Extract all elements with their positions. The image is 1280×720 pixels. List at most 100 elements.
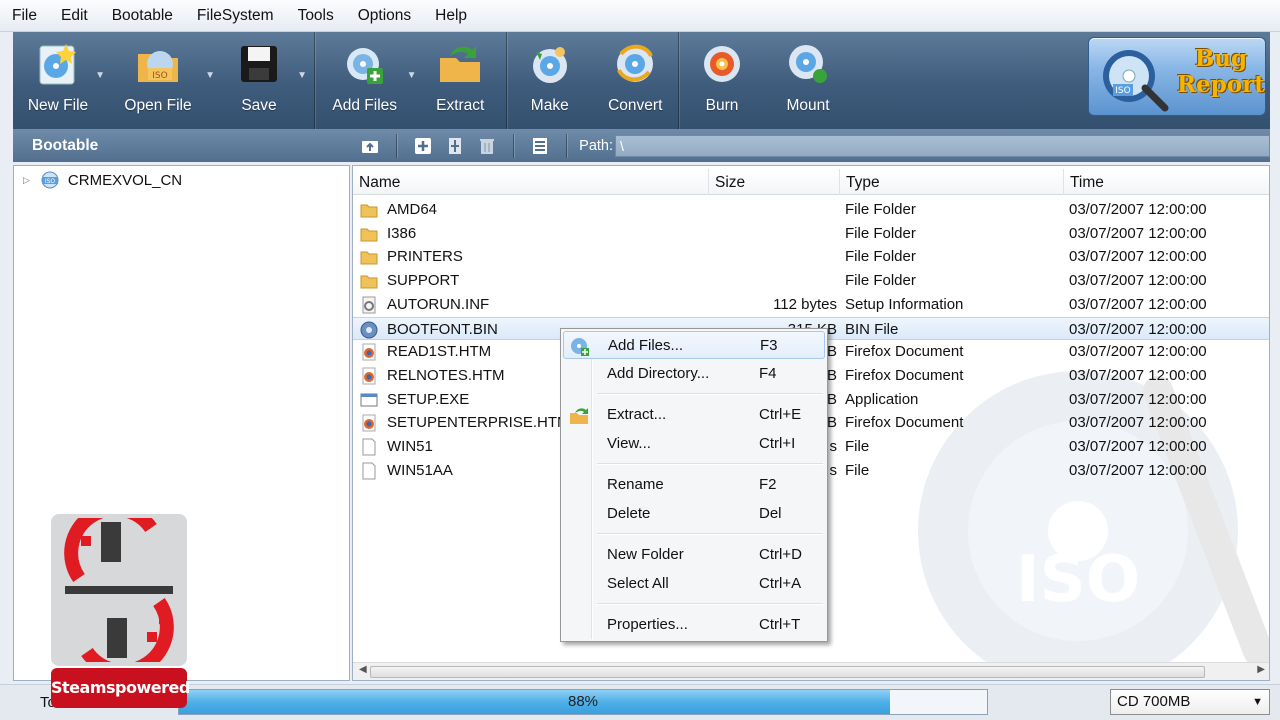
menu-item-shortcut: Ctrl+D [759, 546, 802, 563]
file-type: File Folder [845, 201, 916, 218]
svg-text:ISO: ISO [1115, 86, 1130, 96]
context-menu-item[interactable]: Properties... Ctrl+T [563, 611, 825, 639]
file-row[interactable]: AUTORUN.INF 112 bytes Setup Information 03/… [353, 293, 1269, 317]
context-menu-item[interactable]: Select All Ctrl+A [563, 570, 825, 598]
context-menu-item[interactable]: Extract... Ctrl+E [563, 401, 825, 429]
folder-up-icon[interactable] [360, 136, 380, 156]
svg-text:ISO: ISO [1016, 543, 1140, 617]
menu-options[interactable]: Options [358, 7, 411, 25]
burn-label: Burn [705, 97, 739, 114]
path-input[interactable]: \ [615, 134, 1270, 157]
file-type: File [845, 461, 870, 479]
scroll-left-icon[interactable]: ◀ [359, 664, 367, 675]
context-menu-item[interactable]: Delete Del [563, 500, 825, 528]
file-type: File Folder [845, 272, 916, 290]
horizontal-scrollbar[interactable]: ◀ ▶ [353, 662, 1269, 680]
media-size-select[interactable]: CD 700MB ▼ [1110, 689, 1270, 715]
firefox-doc-icon [360, 343, 378, 361]
menu-item-label: Delete [607, 505, 651, 522]
column-header-size[interactable]: Size [709, 169, 840, 195]
make-icon [532, 47, 567, 83]
scrollbar-thumb[interactable] [370, 666, 1205, 678]
menu-item-label: Add Directory... [607, 365, 710, 382]
file-row[interactable]: AMD64 File Folder 03/07/2007 12:00:00 [353, 198, 1269, 222]
menu-item-label: View... [607, 435, 651, 452]
logo-text: Steamspowered [51, 668, 190, 708]
save-dropdown-icon[interactable]: ▼ [297, 70, 307, 81]
menu-help[interactable]: Help [435, 7, 467, 25]
file-size: B [826, 343, 837, 361]
folder-icon [360, 272, 378, 290]
extract-button[interactable]: Extract [414, 32, 506, 129]
menu-bootable[interactable]: Bootable [112, 7, 173, 25]
file-row[interactable]: PRINTERS File Folder 03/07/2007 12:00:00 [353, 245, 1269, 269]
file-time: 03/07/2007 12:00:00 [1069, 272, 1207, 290]
open-file-label: Open File [124, 97, 192, 114]
scroll-right-icon[interactable]: ▶ [1257, 664, 1265, 675]
context-menu-separator [597, 533, 823, 534]
file-time: 03/07/2007 12:00:00 [1069, 343, 1207, 361]
extract-icon [440, 46, 481, 82]
add-files-button[interactable]: ▼ Add Files [315, 32, 416, 129]
file-type: Firefox Document [845, 366, 964, 384]
new-file-button[interactable]: ▼ New File [13, 32, 105, 129]
open-file-icon: ISO [138, 51, 178, 82]
file-name: WIN51AA [387, 461, 453, 479]
file-name: WIN51 [387, 438, 433, 455]
application-icon [360, 391, 378, 409]
blank-file-icon [360, 462, 378, 480]
column-header-time[interactable]: Time [1064, 169, 1269, 195]
make-button[interactable]: Make [507, 32, 593, 129]
menu-bar: File Edit Bootable FileSystem Tools Opti… [0, 0, 1280, 32]
firefox-doc-icon [360, 414, 378, 432]
folder-icon [360, 248, 378, 266]
save-button[interactable]: ▼ Save [213, 32, 307, 129]
delete-icon[interactable] [477, 136, 497, 156]
menu-item-shortcut: Ctrl+T [759, 616, 801, 633]
extract-small-icon[interactable] [445, 136, 465, 156]
sub-toolbar: Bootable Path: \ [13, 129, 1270, 162]
main-toolbar: ▼ New File ISO ▼ Open File ▼ Save ▼ Add … [13, 32, 1270, 129]
file-time: 03/07/2007 12:00:00 [1069, 461, 1207, 479]
open-file-button[interactable]: ISO ▼ Open File [103, 32, 215, 129]
iso-disc-icon: ISO [41, 171, 59, 189]
properties-icon[interactable] [530, 136, 550, 156]
convert-icon [617, 44, 654, 82]
column-header-type[interactable]: Type [840, 169, 1064, 195]
context-menu-item[interactable]: Add Files... F3 [563, 331, 825, 359]
file-name: AUTORUN.INF [387, 295, 490, 313]
capacity-progress-bar: 88% [178, 689, 988, 715]
iso-magnifier-icon: ISO [1103, 50, 1169, 112]
burn-icon [704, 46, 740, 82]
menu-file[interactable]: File [12, 7, 37, 25]
menu-item-label: Rename [607, 476, 664, 493]
expand-triangle-icon[interactable]: ▷ [23, 175, 30, 186]
menu-item-shortcut: F3 [760, 337, 778, 354]
menu-filesystem[interactable]: FileSystem [197, 7, 274, 25]
file-row[interactable]: I386 File Folder 03/07/2007 12:00:00 [353, 222, 1269, 246]
tree-item-root[interactable]: ▷ ISO CRMEXVOL_CN [14, 168, 182, 192]
file-row[interactable]: SUPPORT File Folder 03/07/2007 12:00:00 [353, 269, 1269, 293]
file-time: 03/07/2007 12:00:00 [1069, 414, 1207, 432]
context-menu-separator [597, 463, 823, 464]
add-icon[interactable] [413, 136, 433, 156]
context-menu-separator [597, 603, 823, 604]
svg-text:ISO: ISO [45, 178, 56, 185]
file-type: Firefox Document [845, 414, 964, 432]
burn-button[interactable]: Burn [679, 32, 765, 129]
context-menu-item[interactable]: View... Ctrl+I [563, 430, 825, 458]
context-menu-item[interactable]: Rename F2 [563, 471, 825, 499]
menu-tools[interactable]: Tools [298, 7, 334, 25]
file-time: 03/07/2007 12:00:00 [1069, 320, 1207, 338]
menu-item-label: Select All [607, 575, 669, 592]
menu-edit[interactable]: Edit [61, 7, 88, 25]
chevron-down-icon[interactable]: ▼ [1252, 690, 1263, 714]
column-header-name[interactable]: Name [353, 169, 709, 195]
context-menu-item[interactable]: Add Directory... F4 [563, 360, 825, 388]
bug-report-button[interactable]: ISO Bug Report [1088, 37, 1266, 116]
toolbar-group-file: ▼ New File ISO ▼ Open File ▼ Save [13, 32, 315, 129]
file-time: 03/07/2007 12:00:00 [1069, 390, 1207, 408]
context-menu-item[interactable]: New Folder Ctrl+D [563, 541, 825, 569]
convert-button[interactable]: Convert [593, 32, 679, 129]
mount-button[interactable]: Mount [765, 32, 851, 129]
